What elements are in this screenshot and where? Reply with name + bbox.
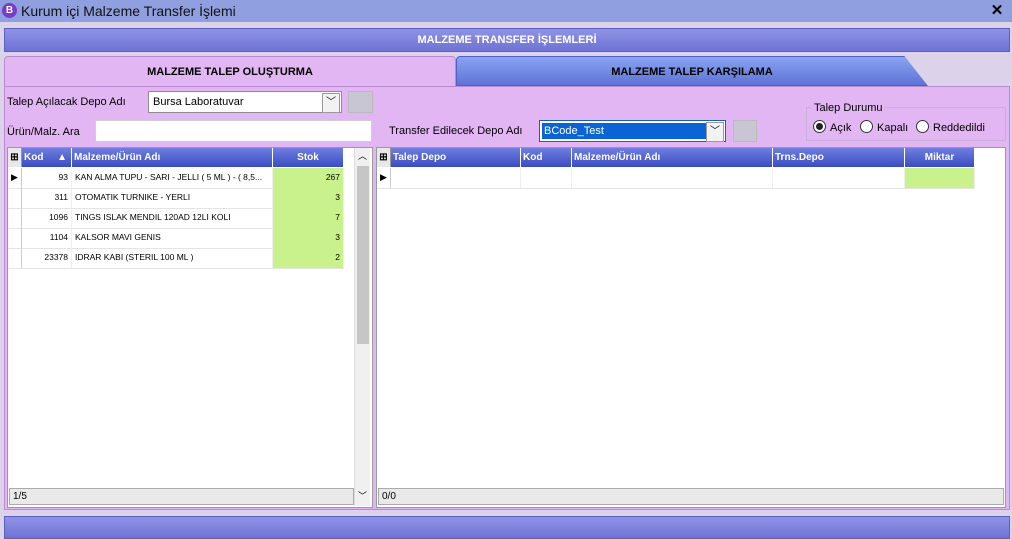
row-urun-adi: TINGS ISLAK MENDIL 120AD 12LI KOLI [72,208,273,228]
new-row-miktar[interactable] [905,168,975,188]
row-kod: 93 [22,168,72,188]
transfer-grid[interactable]: ⊞ Talep Depo Kod Malzeme/Ürün Adı Trns.D… [376,147,1006,508]
tab-talep-olusturma[interactable]: MALZEME TALEP OLUŞTURMA [4,56,456,88]
row-stok: 3 [273,188,344,208]
tab-talep-karsilama[interactable]: MALZEME TALEP KARŞILAMA [456,56,928,86]
chevron-down-icon[interactable]: ﹀ [706,122,724,142]
row-urun-adi: KAN ALMA TUPU - SARI - JELLI ( 5 ML ) - … [72,168,273,188]
scroll-down-icon[interactable]: ﹀ [355,488,370,504]
product-grid[interactable]: ⊞ Kod ▲ Malzeme/Ürün Adı Stok ▶ 93 KAN AL… [7,147,373,508]
row-kod: 1096 [22,208,72,228]
depo-select-value: Bursa Laboratuvar [153,96,244,108]
row-stok: 267 [273,168,344,188]
row-kod: 1104 [22,228,72,248]
current-row-icon: ▶ [377,168,391,188]
depo-label: Talep Açılacak Depo Adı [7,96,126,108]
radio-checked-icon [813,120,826,133]
radio-kapali[interactable]: Kapalı [860,120,908,134]
table-row[interactable]: ▶ 93 KAN ALMA TUPU - SARI - JELLI ( 5 ML… [8,168,344,189]
table-row[interactable]: 23378 IDRAR KABI (STERIL 100 ML ) 2 [8,248,344,269]
search-input[interactable] [95,120,372,142]
radio-acik-label: Açık [830,122,852,134]
section-header: MALZEME TRANSFER İŞLEMLERİ [4,28,1010,52]
column-header-talep-depo[interactable]: Talep Depo [391,148,521,167]
row-stok: 7 [273,208,344,228]
radio-kapali-label: Kapalı [877,122,909,134]
transfer-action-button[interactable] [733,120,757,142]
column-header-urun-adi[interactable]: Malzeme/Ürün Adı [72,148,273,167]
row-urun-adi: KALSOR MAVI GENIS [72,228,273,248]
row-urun-adi: OTOMATIK TURNIKE - YERLI [72,188,273,208]
vertical-scrollbar[interactable]: ︿ ﹀ [354,148,370,506]
grid-options-icon[interactable]: ⊞ [8,148,22,167]
table-row[interactable]: 1096 TINGS ISLAK MENDIL 120AD 12LI KOLI … [8,208,344,229]
row-kod: 23378 [22,248,72,268]
grid-footer-count: 1/5 [9,488,354,505]
row-kod: 311 [22,188,72,208]
close-button[interactable]: ✕ [982,0,1012,22]
bottom-bar [4,516,1010,539]
scroll-thumb[interactable] [357,166,369,344]
new-row[interactable]: ▶ [377,168,975,189]
depo-action-button[interactable] [348,91,373,113]
column-header-miktar[interactable]: Miktar [905,148,975,167]
column-header-kod[interactable]: Kod ▲ [22,148,72,167]
radio-acik[interactable]: Açık [813,120,851,134]
radio-unchecked-icon [916,120,929,133]
chevron-down-icon[interactable]: ﹀ [322,93,340,113]
talep-durumu-legend: Talep Durumu [812,102,885,114]
app-icon: B [2,3,17,18]
current-row-icon: ▶ [8,168,22,188]
row-stok: 3 [273,228,344,248]
depo-select[interactable]: Bursa Laboratuvar ﹀ [148,91,342,113]
table-row[interactable]: 1104 KALSOR MAVI GENIS 3 [8,228,344,249]
grid-footer-count: 0/0 [378,488,1004,505]
column-header-urun-adi[interactable]: Malzeme/Ürün Adı [572,148,773,167]
sort-asc-icon: ▲ [57,152,67,163]
column-header-stok[interactable]: Stok [273,148,344,167]
search-label: Ürün/Malz. Ara [7,126,80,138]
radio-reddedildi[interactable]: Reddedildi [916,120,985,134]
scroll-up-icon[interactable]: ︿ [355,148,370,164]
row-stok: 2 [273,248,344,268]
table-row[interactable]: 311 OTOMATIK TURNIKE - YERLI 3 [8,188,344,209]
column-header-trns-depo[interactable]: Trns.Depo [773,148,905,167]
column-header-kod[interactable]: Kod [521,148,572,167]
grid-options-icon[interactable]: ⊞ [377,148,391,167]
transfer-depo-value: BCode_Test [544,125,604,137]
transfer-depo-label: Transfer Edilecek Depo Adı [389,125,523,137]
radio-reddedildi-label: Reddedildi [933,122,985,134]
window-title: Kurum içi Malzeme Transfer İşlemi [21,3,236,19]
transfer-depo-select[interactable]: BCode_Test ﹀ [539,120,726,142]
radio-unchecked-icon [860,120,873,133]
row-urun-adi: IDRAR KABI (STERIL 100 ML ) [72,248,273,268]
